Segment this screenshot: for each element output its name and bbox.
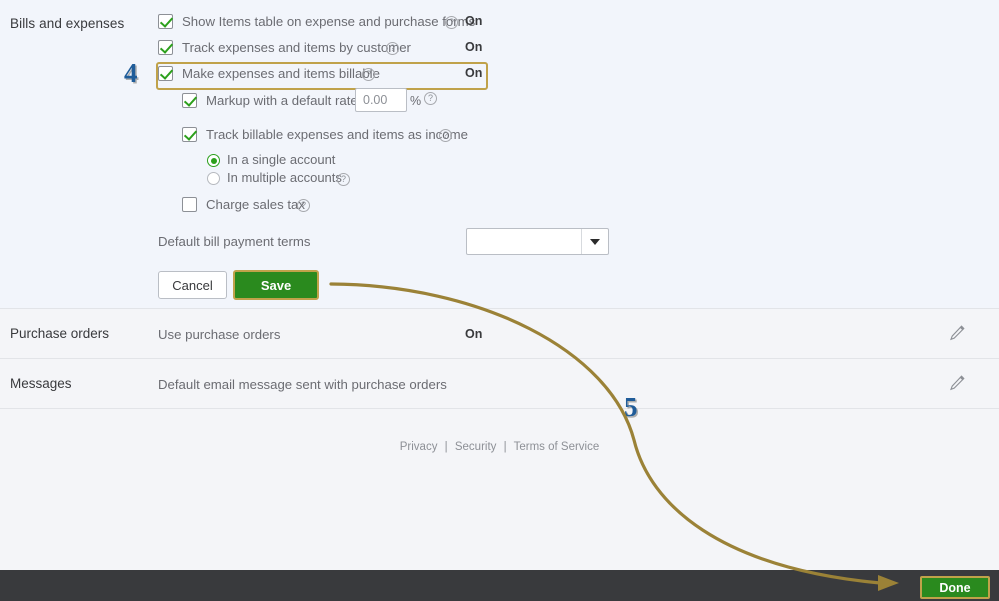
help-icon[interactable]: ? bbox=[297, 199, 310, 212]
separator: | bbox=[503, 441, 507, 453]
option-label: Make expenses and items billable bbox=[182, 66, 380, 81]
row-description: Use purchase orders bbox=[158, 327, 281, 342]
help-icon[interactable]: ? bbox=[445, 16, 458, 29]
option-label: Track expenses and items by customer bbox=[182, 40, 411, 55]
bill-payment-terms-select[interactable] bbox=[466, 228, 609, 255]
terms-of-service-link[interactable]: Terms of Service bbox=[514, 441, 600, 453]
annotation-marker-4: 4 bbox=[124, 58, 138, 88]
section-title: Bills and expenses bbox=[10, 16, 125, 31]
row-value: On bbox=[465, 327, 483, 341]
settings-page: Bills and expenses Show Items table on e… bbox=[0, 0, 999, 601]
option-value: On bbox=[465, 14, 483, 28]
pencil-icon[interactable] bbox=[947, 323, 967, 343]
checkbox-charge-sales-tax[interactable] bbox=[182, 197, 197, 212]
footer-links: Privacy | Security | Terms of Service bbox=[0, 441, 999, 453]
row-purchase-orders[interactable]: Purchase orders Use purchase orders On bbox=[0, 309, 999, 359]
select-value[interactable] bbox=[467, 229, 581, 254]
option-row-show-items-table[interactable]: Show Items table on expense and purchase… bbox=[158, 13, 488, 39]
chevron-down-icon[interactable] bbox=[581, 229, 608, 254]
track-billable-income-label: Track billable expenses and items as inc… bbox=[206, 127, 468, 142]
percent-symbol: % bbox=[410, 94, 422, 108]
option-value: On bbox=[465, 40, 483, 54]
option-row-track-by-customer[interactable]: Track expenses and items by customer ? O… bbox=[158, 39, 488, 65]
radio-label: In a single account bbox=[227, 152, 336, 167]
checkbox-track-by-customer[interactable] bbox=[158, 40, 173, 55]
checkbox-track-billable-income[interactable] bbox=[182, 127, 197, 142]
help-icon[interactable]: ? bbox=[337, 173, 350, 186]
radio-single-account[interactable] bbox=[207, 154, 220, 167]
separator: | bbox=[444, 441, 448, 453]
done-button[interactable]: Done bbox=[920, 576, 990, 599]
cancel-button[interactable]: Cancel bbox=[158, 271, 227, 299]
checkbox-show-items-table[interactable] bbox=[158, 14, 173, 29]
row-label: Purchase orders bbox=[10, 326, 110, 341]
radio-label: In multiple accounts bbox=[227, 170, 342, 185]
row-description: Default email message sent with purchase… bbox=[158, 377, 447, 392]
annotation-marker-5: 5 bbox=[624, 392, 638, 422]
save-button[interactable]: Save bbox=[233, 270, 319, 300]
security-link[interactable]: Security bbox=[455, 441, 497, 453]
privacy-link[interactable]: Privacy bbox=[400, 441, 438, 453]
charge-sales-tax-label: Charge sales tax bbox=[206, 197, 305, 212]
bills-and-expenses-section: Bills and expenses Show Items table on e… bbox=[0, 0, 999, 309]
checkbox-make-billable[interactable] bbox=[158, 66, 173, 81]
help-icon[interactable]: ? bbox=[424, 92, 437, 105]
markup-rate-input[interactable]: 0.00 bbox=[355, 88, 407, 112]
row-label: Messages bbox=[10, 376, 72, 391]
bottom-action-bar bbox=[0, 570, 999, 601]
pencil-icon[interactable] bbox=[947, 373, 967, 393]
row-messages[interactable]: Messages Default email message sent with… bbox=[0, 359, 999, 409]
help-icon[interactable]: ? bbox=[439, 129, 452, 142]
bill-payment-terms-label: Default bill payment terms bbox=[158, 234, 311, 249]
markup-label: Markup with a default rate of bbox=[206, 93, 373, 108]
option-label: Show Items table on expense and purchase… bbox=[182, 14, 476, 29]
help-icon[interactable]: ? bbox=[386, 42, 399, 55]
checkbox-markup-default-rate[interactable] bbox=[182, 93, 197, 108]
radio-multiple-accounts[interactable] bbox=[207, 172, 220, 185]
option-row-make-billable[interactable]: Make expenses and items billable ? On bbox=[158, 65, 488, 91]
help-icon[interactable]: ? bbox=[362, 68, 375, 81]
option-value: On bbox=[465, 66, 483, 80]
